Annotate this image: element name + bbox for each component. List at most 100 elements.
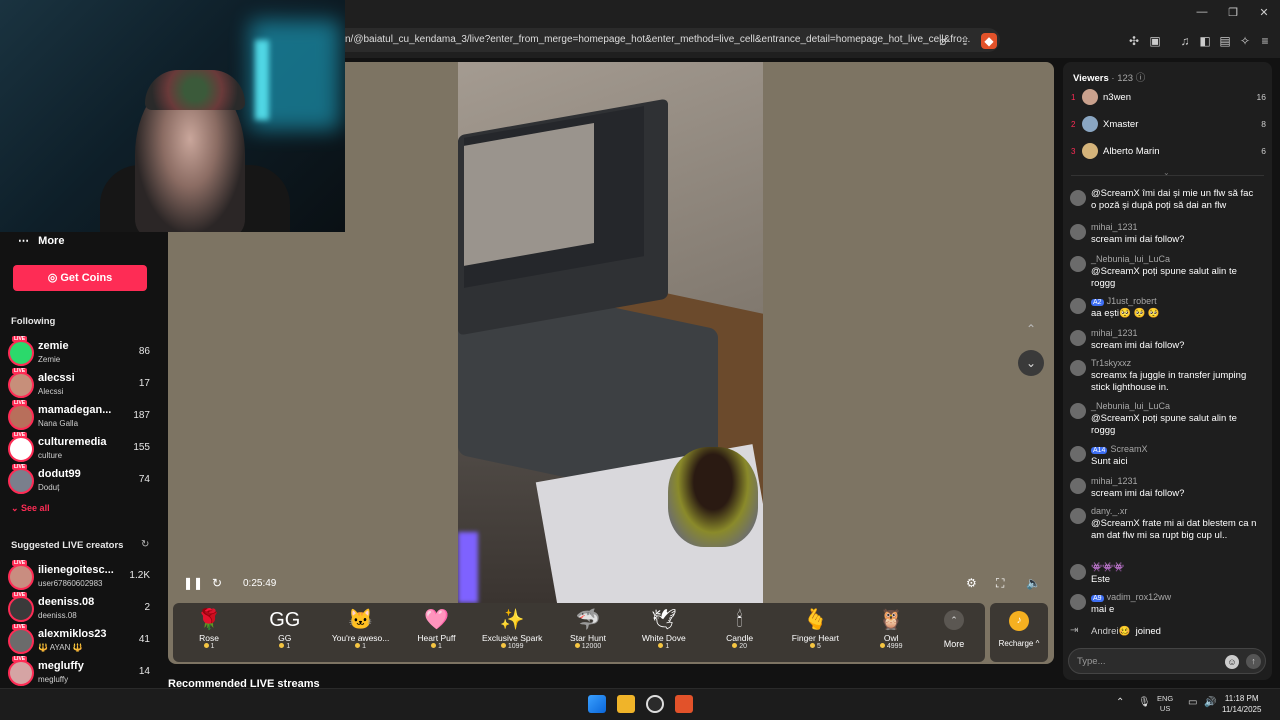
chat-username: mihai_1231 [1091,328,1138,338]
minimize-icon[interactable]: — [1187,6,1217,18]
gift-icon: ✨ [499,609,525,631]
viewer-count: 187 [133,410,150,421]
top-viewer-row[interactable]: 1 n3wen 16 [1071,89,1266,109]
wallet-icon[interactable]: ▣ [1147,33,1163,49]
account-item[interactable]: LIVE dodut99 Doduț 74 [8,464,160,496]
coin-icon [279,643,285,648]
network-icon[interactable]: ▭ [1188,697,1197,708]
avatar [8,596,34,622]
media-icon[interactable]: ♫ [1177,33,1193,49]
avatar [1070,256,1086,272]
live-badge: LIVE [12,336,28,342]
sidebar-toggle-icon[interactable]: ◧ [1197,33,1213,49]
leo-ai-icon[interactable]: ✧ [1237,33,1253,49]
account-item[interactable]: LIVE mamadegan... Nana Galla 187 [8,400,160,432]
volume-icon[interactable]: 🔈 [1026,576,1041,590]
next-stream-icon[interactable]: ⌄ [1018,350,1044,376]
gift-item[interactable]: GG GG 1 [247,607,323,662]
gift-item[interactable]: 🫰 Finger Heart 5 [777,607,853,662]
gifts-more-button[interactable]: ⌃ More [932,610,976,649]
viewer-name: Alberto Marin [1103,146,1160,157]
close-icon[interactable]: ✕ [1249,6,1279,19]
gift-item[interactable]: 🐱 You're aweso... 1 [323,607,399,662]
viewers-header[interactable]: Viewers · 123 ⓘ [1073,70,1145,84]
viewer-count: 1.2K [129,570,150,581]
account-name: alexmiklos23 [38,628,107,640]
speaker-icon[interactable]: 🔊 [1204,697,1216,708]
chat-username: A2 J1ust_robert [1091,296,1157,306]
account-item[interactable]: LIVE deeniss.08 deeniss.08 2 [8,592,160,624]
extensions-icon[interactable]: ✣ [1126,33,1142,49]
gift-item[interactable]: 🕯 Candle 20 [702,607,778,662]
gift-price: 1 [247,643,323,650]
gift-name: GG [278,633,292,643]
gift-item[interactable]: 🩷 Heart Puff 1 [398,607,474,662]
clock[interactable]: 11:18 PM 11/14/2025 [1222,693,1261,715]
app-icon[interactable] [646,695,664,713]
brave-shield-icon[interactable]: ◆ [981,33,997,49]
viewer-count: 14 [138,666,150,677]
chat-username: A14 ScreamX [1091,444,1148,454]
account-item[interactable]: LIVE alecssi Alecssi 17 [8,368,160,400]
live-badge: LIVE [12,368,28,374]
gift-item[interactable]: ✨ Exclusive Spark 1099 [474,607,550,662]
viewer-rank: 1 [1071,93,1076,102]
avatar [8,372,34,398]
gift-item[interactable]: 🦈 Star Hunt 12000 [550,607,626,662]
viewer-rank: 3 [1071,147,1076,156]
gift-price: 5 [777,643,853,650]
top-viewer-row[interactable]: 3 Alberto Marin 6 [1071,143,1266,163]
microphone-icon[interactable]: 🎙 [1138,697,1151,708]
fullscreen-icon[interactable]: ⛶ [996,576,1004,591]
mute-tab-icon[interactable]: ⌀ [935,33,951,49]
gift-item[interactable]: 🕊 White Dove 1 [626,607,702,662]
top-viewer-row[interactable]: 2 Xmaster 8 [1071,116,1266,136]
gift-item[interactable]: 🦉 Owl 4999 [853,607,929,662]
see-all-link[interactable]: ⌄ See all [11,503,50,514]
viewer-score: 6 [1261,146,1266,156]
account-item[interactable]: LIVE megluffy megluffy 14 [8,656,160,688]
viewer-name: Xmaster [1103,119,1139,130]
tray-expand-icon[interactable]: ⌃ [1116,697,1124,708]
refresh-icon[interactable]: ↻ [141,539,149,550]
send-icon[interactable]: ↑ [1246,654,1261,669]
file-explorer-icon[interactable] [617,695,635,713]
more-menu[interactable]: ⋯ More [18,234,64,247]
chat-text: scream imi dai follow? [1091,234,1185,245]
coin-icon [879,643,885,648]
account-item[interactable]: LIVE culturemedia culture 155 [8,432,160,464]
chat-username: mihai_1231 [1091,476,1138,486]
gift-icon: 🕯 [736,609,743,631]
chat-input[interactable] [1077,653,1217,669]
live-video[interactable] [458,62,763,603]
recharge-button[interactable]: ♪ Recharge ^ [990,603,1048,662]
account-name: zemie [38,340,69,352]
language-indicator[interactable]: ENG US [1157,694,1173,714]
windows-start-icon[interactable] [588,695,606,713]
address-bar[interactable]: n/@baiatul_cu_kendama_3/live?enter_from_… [300,28,1000,52]
live-badge: LIVE [12,656,28,662]
refresh-stream-icon[interactable]: ↻ [212,576,222,590]
gift-icon: 🌹 [196,609,222,631]
emoji-icon[interactable]: ☺ [1225,655,1239,669]
share-icon[interactable]: ⇪ [957,33,973,49]
wallet-alt-icon[interactable]: ▤ [1217,33,1233,49]
gift-name: Exclusive Spark [481,633,543,643]
maximize-icon[interactable]: ❐ [1218,6,1248,19]
get-coins-button[interactable]: ◎ Get Coins [13,265,147,291]
account-nickname: culture [38,451,63,460]
chevron-up-icon: ⌃ [944,610,964,630]
gift-item[interactable]: 🌹 Rose 1 [171,607,247,662]
chat-text: Este [1091,574,1111,585]
previous-stream-icon[interactable]: ⌃ [1018,316,1044,342]
account-nickname: deeniss.08 [38,611,77,620]
brave-icon[interactable] [675,695,693,713]
account-item[interactable]: LIVE zemie Zemie 86 [8,336,160,368]
menu-icon[interactable]: ≡ [1257,33,1273,49]
account-nickname: user67860602983 [38,579,103,588]
account-item[interactable]: LIVE ilienegoitesc... user67860602983 1.2K [8,560,160,592]
settings-icon[interactable]: ⚙ [966,576,977,590]
account-item[interactable]: LIVE alexmiklos23 🔱 AYAN 🔱 41 [8,624,160,656]
avatar [1070,330,1086,346]
pause-icon[interactable]: ❚❚ [183,576,203,590]
